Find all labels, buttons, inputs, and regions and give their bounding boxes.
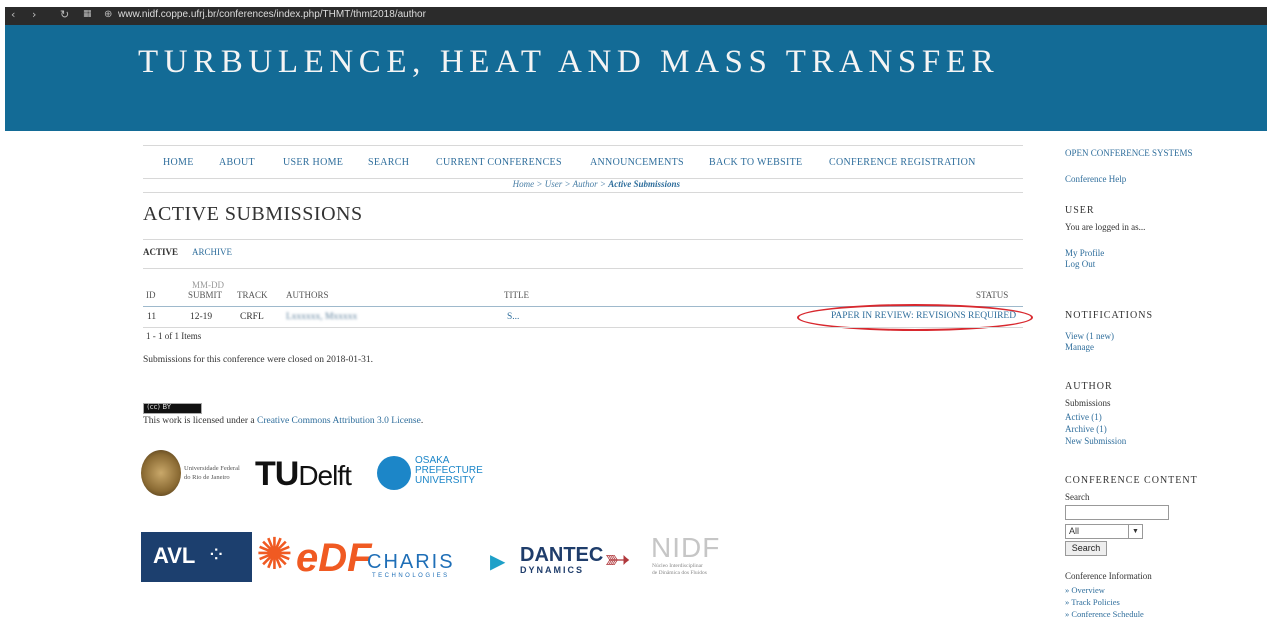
- col-header-mmdd: MM-DD: [192, 280, 225, 290]
- edf-sun-icon: ✺: [256, 530, 293, 579]
- sidebar-search-button[interactable]: Search: [1065, 541, 1107, 556]
- sidebar-conference-help[interactable]: Conference Help: [1065, 174, 1126, 184]
- sidebar-archive-link[interactable]: Archive (1): [1065, 424, 1107, 434]
- edf-logo: eDF: [296, 536, 372, 580]
- osaka-logo-icon: [377, 456, 411, 490]
- breadcrumb-bar: Home > User > Author > Active Submission…: [143, 179, 1023, 193]
- sidebar-search-scope-select[interactable]: All ▼: [1065, 524, 1143, 539]
- sidebar-notifications-manage[interactable]: Manage: [1065, 342, 1094, 352]
- sidebar-my-profile[interactable]: My Profile: [1065, 248, 1104, 258]
- submission-tabs: ACTIVE ARCHIVE: [143, 247, 246, 257]
- sidebar-submissions-label: Submissions: [1065, 398, 1111, 408]
- nidf-swirl-icon: ➳: [604, 541, 631, 577]
- dantec-arrow-icon: ▶: [490, 551, 506, 573]
- col-header-status: STATUS: [976, 290, 1009, 300]
- sidebar-ocs-link[interactable]: OPEN CONFERENCE SYSTEMS: [1065, 148, 1193, 158]
- sidebar-track-policies-link[interactable]: » Track Policies: [1065, 597, 1120, 607]
- col-header-track: TRACK: [237, 290, 268, 300]
- license-text: This work is licensed under a Creative C…: [143, 416, 424, 426]
- breadcrumb: Home > User > Author > Active Submission…: [512, 179, 680, 189]
- breadcrumb-current[interactable]: Active Submissions: [608, 179, 680, 189]
- avl-dots-icon: ⁘: [207, 542, 226, 567]
- sidebar-notifications-heading: NOTIFICATIONS: [1065, 310, 1153, 321]
- tab-active[interactable]: ACTIVE: [143, 247, 178, 257]
- breadcrumb-user[interactable]: User: [545, 179, 563, 189]
- tab-archive[interactable]: ARCHIVE: [192, 247, 232, 257]
- cell-authors: Lxxxxxx, Mxxxxx: [286, 312, 358, 322]
- dantec-logo: DANTEC DYNAMICS: [520, 544, 604, 575]
- nav-conference-registration[interactable]: CONFERENCE REGISTRATION: [829, 157, 976, 168]
- sidebar-new-submission[interactable]: New Submission: [1065, 436, 1126, 446]
- sidebar-overview-link[interactable]: » Overview: [1065, 585, 1105, 595]
- chevron-left-icon[interactable]: ‹: [11, 8, 15, 21]
- reload-icon[interactable]: ↻: [60, 8, 69, 21]
- sidebar-search-input[interactable]: [1065, 505, 1169, 520]
- col-header-submit: SUBMIT: [188, 290, 223, 300]
- row-divider: [143, 327, 1023, 328]
- nav-back-to-website[interactable]: BACK TO WEBSITE: [709, 157, 802, 168]
- charis-logo-sub: TECHNOLOGIES: [372, 573, 450, 579]
- site-title: TURBULENCE, HEAT AND MASS TRANSFER: [138, 44, 1000, 80]
- col-header-id: ID: [146, 290, 156, 300]
- browser-address-bar: ‹ › ↻ ▦ ⊕ www.nidf.coppe.ufrj.br/confere…: [5, 7, 1267, 25]
- sidebar-schedule-link[interactable]: » Conference Schedule: [1065, 609, 1144, 619]
- nav-about[interactable]: ABOUT: [219, 157, 255, 168]
- sidebar-logged-in: You are logged in as...: [1065, 222, 1146, 232]
- cell-title-link[interactable]: S...: [507, 312, 519, 322]
- url-text[interactable]: www.nidf.coppe.ufrj.br/conferences/index…: [118, 9, 426, 20]
- sidebar-conference-info-label: Conference Information: [1065, 571, 1152, 581]
- apps-grid-icon[interactable]: ▦: [83, 9, 92, 19]
- nav-home[interactable]: HOME: [163, 157, 194, 168]
- divider: [143, 239, 1023, 240]
- sidebar-content-heading: CONFERENCE CONTENT: [1065, 475, 1198, 486]
- license-link[interactable]: Creative Commons Attribution 3.0 License: [257, 416, 421, 426]
- items-count: 1 - 1 of 1 Items: [146, 331, 202, 341]
- main-nav: HOME ABOUT USER HOME SEARCH CURRENT CONF…: [143, 145, 1023, 179]
- ufrj-logo-text: Universidade Federal do Rio de Janeiro: [184, 465, 240, 481]
- osaka-logo-text: Osaka Prefecture University: [415, 455, 483, 486]
- sidebar-notifications-view[interactable]: View (1 new): [1065, 331, 1114, 341]
- cell-id: 11: [147, 312, 157, 322]
- nav-search[interactable]: SEARCH: [368, 157, 409, 168]
- nav-user-home[interactable]: USER HOME: [283, 157, 343, 168]
- globe-icon: ⊕: [104, 9, 113, 20]
- sidebar-author-heading: AUTHOR: [1065, 381, 1113, 392]
- chevron-right-icon[interactable]: ›: [32, 8, 36, 21]
- sidebar-log-out[interactable]: Log Out: [1065, 259, 1095, 269]
- page-title: ACTIVE SUBMISSIONS: [143, 203, 363, 225]
- nidf-logo: NIDF: [651, 532, 721, 563]
- tudelft-logo: TUDelft: [255, 455, 352, 493]
- sidebar-search-label: Search: [1065, 492, 1090, 502]
- breadcrumb-home[interactable]: Home: [513, 179, 535, 189]
- col-header-authors: AUTHORS: [286, 290, 329, 300]
- avl-logo: AVL ⁘: [141, 532, 252, 582]
- divider: [143, 268, 1023, 269]
- cc-license-badge[interactable]: (cc) BY: [143, 403, 202, 414]
- chevron-down-icon: ▼: [1128, 525, 1142, 538]
- sidebar-active-link[interactable]: Active (1): [1065, 412, 1102, 422]
- closed-message: Submissions for this conference were clo…: [143, 355, 374, 365]
- cell-date: 12-19: [190, 312, 213, 322]
- sidebar-user-heading: USER: [1065, 205, 1095, 216]
- ufrj-logo-icon: [141, 450, 181, 496]
- breadcrumb-author[interactable]: Author: [573, 179, 598, 189]
- cell-track: CRFL: [240, 312, 264, 322]
- nidf-logo-sub: Núcleo Interdisciplinar de Dinâmica dos F…: [652, 563, 707, 576]
- charis-logo: CHARIS: [367, 551, 455, 573]
- nav-current-conferences[interactable]: CURRENT CONFERENCES: [436, 157, 562, 168]
- col-header-title: TITLE: [504, 290, 529, 300]
- nav-announcements[interactable]: ANNOUNCEMENTS: [590, 157, 684, 168]
